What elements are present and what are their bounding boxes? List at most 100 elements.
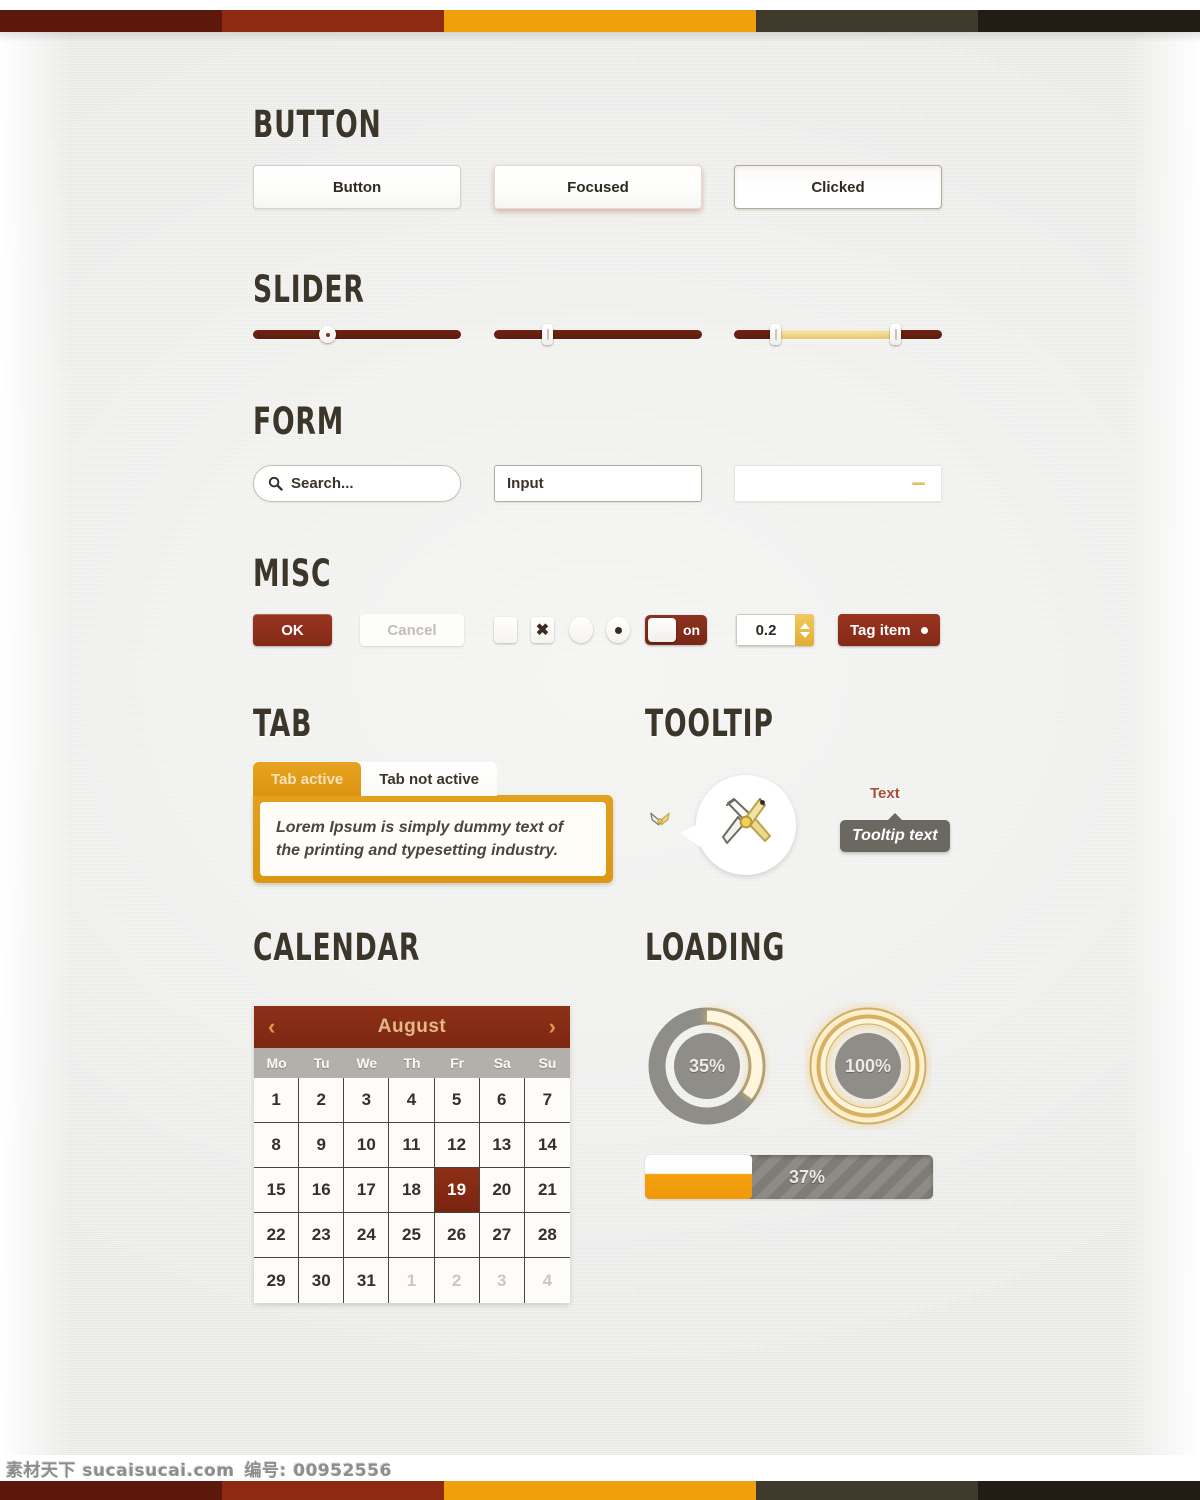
progress-bar-label: 37% (789, 1166, 826, 1187)
calendar-day[interactable]: 12 (434, 1123, 480, 1168)
calendar-day[interactable]: 20 (479, 1168, 525, 1213)
calendar-weekday: Sa (493, 1055, 511, 1071)
toggle-switch[interactable]: on (645, 615, 707, 645)
button-default[interactable]: Button (253, 165, 461, 209)
calendar-day[interactable]: 24 (344, 1213, 390, 1258)
calendar-day[interactable]: 14 (524, 1123, 570, 1168)
slider-track (494, 330, 702, 339)
pliers-tool-icon-small (647, 808, 673, 839)
calendar-day[interactable]: 29 (254, 1258, 300, 1303)
checkbox-unchecked[interactable] (494, 617, 517, 643)
slider-handle-end[interactable] (890, 324, 901, 345)
watermark: 素材天下 sucaisucai.com 编号: 00952556 (0, 1455, 1200, 1481)
dash-icon (912, 482, 925, 485)
calendar-day[interactable]: 18 (389, 1168, 435, 1213)
calendar-day-grid: 1 2 3 4 5 6 7 8 9 10 11 12 13 14 15 16 17 18 19 20 21 22 23 24 2… (254, 1078, 570, 1303)
slider-range[interactable] (734, 322, 942, 346)
tab-widget: Tab active Tab not active Lorem Ipsum is… (253, 762, 613, 884)
watermark-site: 素材天下 sucaisucai.com (6, 1460, 235, 1481)
calendar-day[interactable]: 5 (434, 1078, 480, 1123)
calendar-day[interactable]: 2 (299, 1078, 345, 1123)
calendar-day[interactable]: 11 (389, 1123, 435, 1168)
chevron-left-icon[interactable]: ‹ (268, 1016, 275, 1038)
calendar-day[interactable]: 22 (254, 1213, 300, 1258)
tab-active[interactable]: Tab active (253, 762, 362, 796)
section-title-form: FORM (253, 400, 345, 443)
number-spinner[interactable]: 0.2 (736, 614, 814, 646)
slider-bar-handle[interactable] (494, 322, 702, 346)
spinner-value[interactable]: 0.2 (736, 614, 795, 646)
palette-swatch (0, 10, 222, 32)
calendar-day[interactable]: 31 (344, 1258, 390, 1303)
calendar-weekday: Tu (313, 1055, 330, 1071)
triangle-down-icon[interactable] (799, 631, 810, 638)
pliers-tool-icon (714, 791, 778, 860)
tag-label: Tag item (850, 621, 911, 639)
radio-dot-icon (614, 626, 622, 634)
search-input[interactable]: Search... (253, 465, 461, 502)
calendar-day[interactable]: 26 (434, 1213, 480, 1258)
calendar-day[interactable]: 21 (524, 1168, 570, 1213)
calendar-day[interactable]: 2 (434, 1258, 480, 1303)
slider-track (253, 330, 461, 339)
calendar-day-selected[interactable]: 19 (434, 1168, 480, 1213)
calendar-day[interactable]: 23 (299, 1213, 345, 1258)
chevron-right-icon[interactable]: › (549, 1016, 556, 1038)
calendar-month: August (377, 1016, 447, 1037)
checkbox-checked[interactable]: ✖ (531, 617, 554, 643)
palette-swatch (756, 1478, 978, 1500)
tooltip-bubble[interactable] (680, 775, 796, 875)
slider-handle[interactable] (542, 324, 553, 345)
calendar-day[interactable]: 17 (344, 1168, 390, 1213)
tooltip-box: Tooltip text (840, 813, 950, 852)
button-focused[interactable]: Focused (494, 165, 702, 209)
calendar-day[interactable]: 15 (254, 1168, 300, 1213)
calendar-day[interactable]: 1 (254, 1078, 300, 1123)
calendar-day[interactable]: 28 (524, 1213, 570, 1258)
section-title-slider: SLIDER (253, 268, 365, 311)
calendar-day[interactable]: 1 (389, 1258, 435, 1303)
calendar-day[interactable]: 4 (389, 1078, 435, 1123)
triangle-up-icon[interactable] (799, 622, 810, 629)
calendar-day[interactable]: 6 (479, 1078, 525, 1123)
calendar-day[interactable]: 3 (344, 1078, 390, 1123)
slider-handle-start[interactable] (770, 324, 781, 345)
calendar-weekday: Mo (266, 1055, 287, 1071)
calendar-day[interactable]: 27 (479, 1213, 525, 1258)
slider-round-handle[interactable] (253, 322, 461, 346)
tab-inactive[interactable]: Tab not active (353, 762, 498, 796)
section-title-tab: TAB (253, 702, 313, 745)
calendar-day[interactable]: 16 (299, 1168, 345, 1213)
tag-item[interactable]: Tag item (838, 614, 940, 646)
calendar-day[interactable]: 4 (524, 1258, 570, 1303)
button-clicked[interactable]: Clicked (734, 165, 942, 209)
calendar-weekday: We (356, 1055, 378, 1071)
loading-ring-partial: 35% (643, 1002, 771, 1130)
ok-button[interactable]: OK (253, 614, 332, 646)
slider-handle[interactable] (319, 326, 336, 343)
cancel-button[interactable]: Cancel (360, 614, 464, 646)
calendar-day[interactable]: 9 (299, 1123, 345, 1168)
spinner-arrows[interactable] (795, 614, 814, 646)
calendar-day[interactable]: 25 (389, 1213, 435, 1258)
loading-ring-complete: 100% (804, 1002, 932, 1130)
calendar-day[interactable]: 8 (254, 1123, 300, 1168)
loading-ring-label: 100% (835, 1033, 901, 1099)
palette-strip-top (0, 10, 1200, 42)
palette-swatch (444, 1478, 756, 1500)
calendar-day[interactable]: 3 (479, 1258, 525, 1303)
radio-checked[interactable] (606, 617, 630, 643)
calendar-weekday: Fr (450, 1055, 465, 1071)
remove-dot-icon[interactable] (920, 626, 928, 634)
palette-strip-bottom (0, 1478, 1200, 1500)
text-input[interactable]: Input (494, 465, 702, 502)
calendar-day[interactable]: 7 (524, 1078, 570, 1123)
toggle-knob[interactable] (648, 618, 676, 642)
select-input[interactable] (734, 465, 942, 502)
calendar-day[interactable]: 30 (299, 1258, 345, 1303)
palette-swatch (444, 10, 756, 32)
calendar-day[interactable]: 13 (479, 1123, 525, 1168)
radio-unchecked[interactable] (569, 617, 593, 643)
progress-bar: 37% (645, 1155, 933, 1199)
calendar-day[interactable]: 10 (344, 1123, 390, 1168)
